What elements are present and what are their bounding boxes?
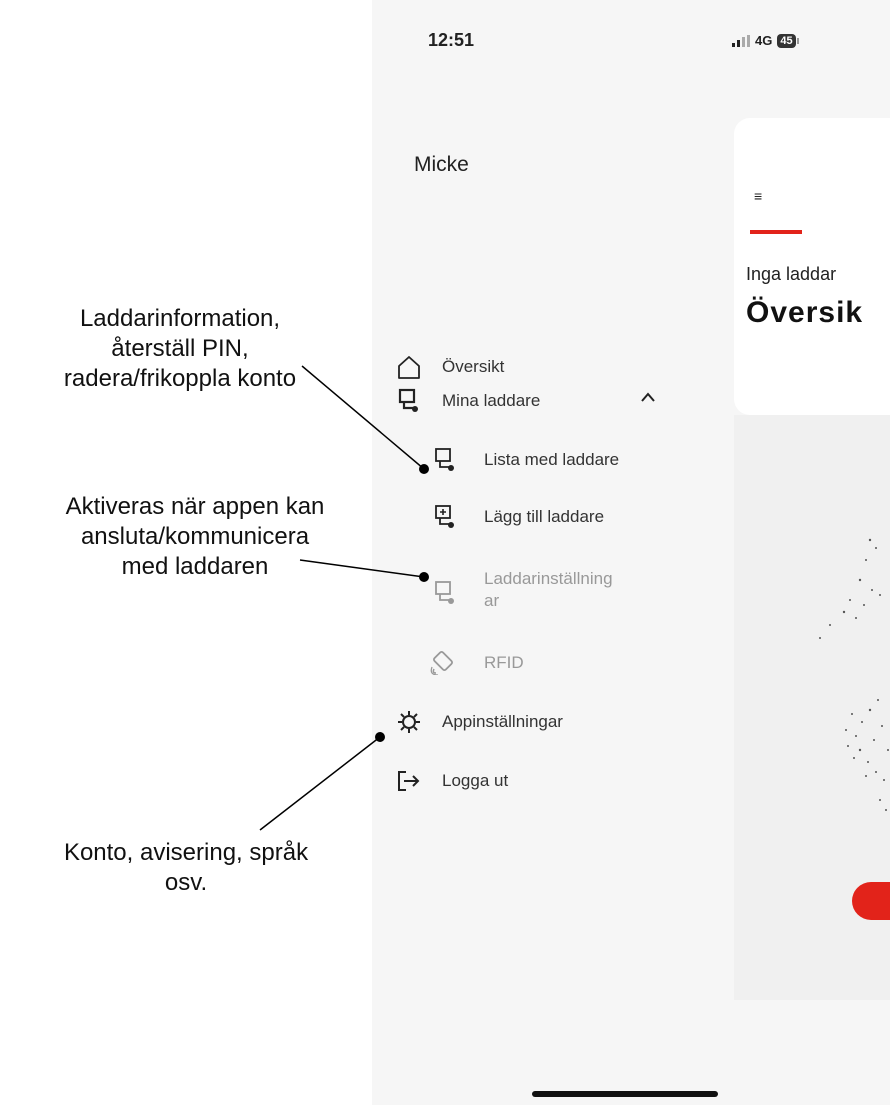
charger-add-icon [435,505,454,528]
hamburger-icon[interactable]: ≡ [754,188,762,204]
status-time: 12:51 [428,30,475,50]
leader-line [259,736,381,831]
logout-icon [398,771,420,791]
menu-label: Lägg till laddare [484,507,605,526]
menu-label: Laddarinställning ar [484,568,613,612]
menu-label-line2: ar [484,591,500,610]
menu-label: Logga ut [442,771,509,790]
annotation-charger-info: Laddarinformation, återställ PIN, radera… [10,304,350,394]
dotted-illustration [819,538,889,811]
menu-item-oversikt[interactable]: Översikt [396,354,504,380]
user-name: Micke [414,153,469,176]
primary-action-button[interactable] [852,882,890,920]
menu-label: RFID [484,653,524,672]
charger-icon [435,448,454,471]
rfid-icon [430,651,453,675]
menu-item-lagg-till-laddare[interactable]: Lägg till laddare [432,504,604,530]
card-subtitle: Inga laddar [746,264,837,284]
battery-icon: 45 [777,33,796,48]
menu-item-logga-ut[interactable]: Logga ut [396,768,508,794]
menu-item-mina-laddare[interactable]: Mina laddare [396,388,540,414]
gear-icon [398,711,420,733]
network-label: 4G [755,33,773,48]
home-indicator [532,1091,718,1097]
annotation-activated: Aktiveras när appen kan ansluta/kommunic… [20,492,370,582]
menu-item-lista-med-laddare[interactable]: Lista med laddare [432,447,619,473]
menu-label: Översikt [442,357,505,376]
annotation-line: Konto, avisering, språk [63,839,309,866]
house-icon [398,356,420,379]
annotation-line: Laddarinformation, [79,305,281,332]
phone-screen: 12:51 4G 45 ≡ Inga laddar Översik Micke … [372,0,890,1105]
menu-label: Mina laddare [442,391,541,410]
charger-settings-icon [435,581,454,604]
menu-item-rfid[interactable]: RFID [430,649,524,675]
annotation-line: med laddaren [121,553,269,580]
menu-label: Lista med laddare [484,450,620,469]
overview-card: ≡ Inga laddar Översik [734,118,890,415]
annotation-line: ansluta/kommunicera [80,523,310,550]
annotation-account: Konto, avisering, språk osv. [0,838,372,898]
annotation-line: radera/frikoppla konto [63,365,297,392]
menu-item-appinstallningar[interactable]: Appinställningar [396,709,563,735]
annotation-line: Aktiveras när appen kan [65,493,325,520]
menu-label-line1: Laddarinställning [484,569,613,588]
menu-item-laddarinstallningar[interactable]: Laddarinställning ar [432,568,613,612]
annotation-line: återställ PIN, [111,335,249,362]
accent-bar [750,230,802,234]
battery-tip [796,37,799,44]
chevron-up-icon[interactable] [640,391,656,403]
card-title: Översik [746,296,864,329]
status-indicators: 4G 45 [732,33,799,48]
menu-label: Appinställningar [442,712,563,731]
signal-icon [732,34,750,47]
annotation-line: osv. [164,869,208,896]
charger-icon [398,388,418,412]
